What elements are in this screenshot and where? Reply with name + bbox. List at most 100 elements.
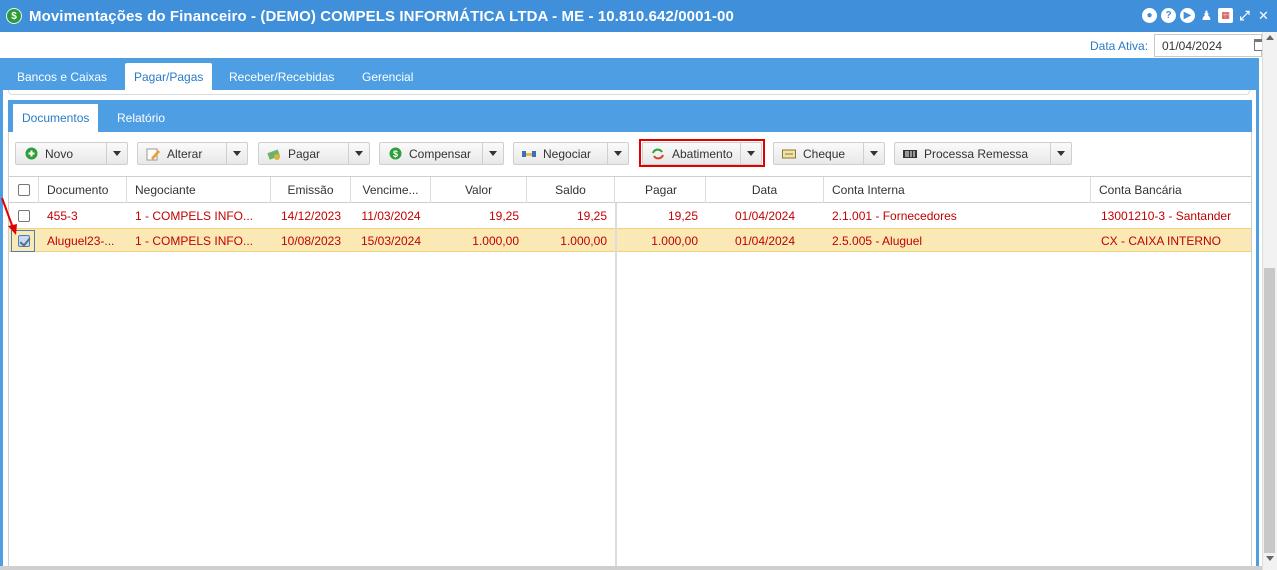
help-icon[interactable]: ? xyxy=(1161,8,1176,23)
tab-pagar-pagas[interactable]: Pagar/Pagas xyxy=(125,63,213,90)
column-data[interactable]: Data xyxy=(706,177,824,203)
tab-bancos-e-caixas[interactable]: Bancos e Caixas xyxy=(8,63,116,90)
cell-pagar: 19,25 xyxy=(667,209,698,223)
documents-panel: Novo Alterar Pagar $ Compensar Negociar … xyxy=(8,132,1252,570)
chevron-down-icon xyxy=(233,151,241,156)
negociar-label: Negociar xyxy=(543,146,592,161)
grid-split-divider[interactable] xyxy=(615,203,617,570)
edit-icon xyxy=(146,147,160,161)
tab-relatorio[interactable]: Relatório xyxy=(108,104,174,132)
chevron-down-icon xyxy=(355,151,363,156)
column-emissao[interactable]: Emissão xyxy=(271,177,351,203)
novo-button[interactable]: Novo xyxy=(15,142,128,165)
tab-documentos[interactable]: Documentos xyxy=(13,104,99,132)
abatimento-highlight-box xyxy=(639,139,765,167)
barcode-icon xyxy=(903,147,917,161)
active-date-input[interactable] xyxy=(1154,34,1262,57)
cell-vencimento: 15/03/2024 xyxy=(360,234,422,248)
cell-emissao: 10/08/2023 xyxy=(280,234,342,248)
cheque-label: Cheque xyxy=(803,146,846,161)
toolbar: Novo Alterar Pagar $ Compensar Negociar … xyxy=(9,132,1251,176)
cell-saldo: 19,25 xyxy=(576,209,607,223)
chevron-down-icon xyxy=(1057,151,1065,156)
play-icon[interactable]: ▶ xyxy=(1180,8,1195,23)
annotation-arrow-icon xyxy=(1,197,17,235)
money-icon xyxy=(267,147,281,161)
cell-pagar: 1.000,00 xyxy=(651,234,698,248)
cell-negociante: 1 - COMPELS INFO... xyxy=(135,234,254,248)
cell-conta-interna: 2.1.001 - Fornecedores xyxy=(832,209,957,223)
cell-documento: Aluguel23-... xyxy=(47,234,115,248)
main-tab-bar: Bancos e Caixas Pagar/Pagas Receber/Rece… xyxy=(0,58,1259,90)
processa-remessa-label: Processa Remessa xyxy=(924,146,1029,161)
alterar-dropdown[interactable] xyxy=(226,143,247,164)
svg-text:$: $ xyxy=(392,149,397,159)
cell-conta-bancaria: CX - CAIXA INTERNO xyxy=(1101,234,1222,248)
calendar-icon[interactable]: ▦ xyxy=(1218,8,1233,23)
panel-header-strip xyxy=(8,90,1250,95)
cheque-button[interactable]: Cheque xyxy=(773,142,885,165)
novo-label: Novo xyxy=(45,146,74,161)
chevron-down-icon xyxy=(614,151,622,156)
processa-remessa-button[interactable]: Processa Remessa xyxy=(894,142,1072,165)
negociar-dropdown[interactable] xyxy=(607,143,628,164)
column-saldo[interactable]: Saldo xyxy=(527,177,615,203)
cell-data: 01/04/2024 xyxy=(734,234,796,248)
cell-conta-bancaria: 13001210-3 - Santander xyxy=(1101,209,1232,223)
active-date-label: Data Ativa: xyxy=(1090,39,1149,53)
handshake-icon xyxy=(522,147,536,161)
compensar-dropdown[interactable] xyxy=(482,143,503,164)
table-row[interactable]: 455-3 1 - COMPELS INFO... 14/12/2023 11/… xyxy=(9,204,1251,228)
chevron-down-icon xyxy=(113,151,121,156)
scrollbar-thumb[interactable] xyxy=(1264,268,1275,553)
cell-saldo: 1.000,00 xyxy=(560,234,607,248)
cheque-dropdown[interactable] xyxy=(863,143,884,164)
compensar-button[interactable]: $ Compensar xyxy=(379,142,504,165)
add-icon xyxy=(24,147,38,161)
cell-data: 01/04/2024 xyxy=(734,209,796,223)
negociar-button[interactable]: Negociar xyxy=(513,142,629,165)
bell-icon[interactable]: ♟ xyxy=(1199,8,1214,23)
column-documento[interactable]: Documento xyxy=(39,177,127,203)
column-vencimento[interactable]: Vencime... xyxy=(351,177,431,203)
column-valor[interactable]: Valor xyxy=(431,177,527,203)
scroll-down-arrow-icon[interactable] xyxy=(1266,556,1274,561)
table-row-selected[interactable]: Aluguel23-... 1 - COMPELS INFO... 10/08/… xyxy=(9,228,1251,252)
alterar-label: Alterar xyxy=(167,146,203,161)
dollar-icon: $ xyxy=(6,8,22,24)
close-icon[interactable]: ✕ xyxy=(1256,8,1271,23)
chat-icon[interactable]: ● xyxy=(1142,8,1157,23)
cell-conta-interna: 2.5.005 - Aluguel xyxy=(832,234,923,248)
column-pagar[interactable]: Pagar xyxy=(617,177,706,203)
column-negociante[interactable]: Negociante xyxy=(127,177,271,203)
title-bar: $ Movimentações do Financeiro - (DEMO) C… xyxy=(0,0,1277,32)
grid-header: Documento Negociante Emissão Vencime... … xyxy=(9,176,1251,203)
chevron-down-icon xyxy=(489,151,497,156)
select-all-checkbox[interactable] xyxy=(17,184,30,196)
tab-receber-recebidas[interactable]: Receber/Recebidas xyxy=(220,63,343,90)
cell-negociante: 1 - COMPELS INFO... xyxy=(135,209,254,223)
pagar-dropdown[interactable] xyxy=(348,143,369,164)
alterar-button[interactable]: Alterar xyxy=(137,142,248,165)
maximize-icon[interactable]: ⤢ xyxy=(1237,8,1252,23)
window-title: Movimentações do Financeiro - (DEMO) COM… xyxy=(29,7,734,25)
compensar-label: Compensar xyxy=(409,146,472,161)
window-controls: ● ? ▶ ♟ ▦ ⤢ ✕ xyxy=(1142,8,1271,23)
pagar-button[interactable]: Pagar xyxy=(258,142,370,165)
novo-dropdown[interactable] xyxy=(106,143,127,164)
bottom-border xyxy=(0,566,1262,570)
cell-emissao: 14/12/2023 xyxy=(280,209,342,223)
cell-vencimento: 11/03/2024 xyxy=(361,209,421,223)
dollar-coin-icon: $ xyxy=(388,147,402,161)
processa-remessa-dropdown[interactable] xyxy=(1050,143,1071,164)
cell-documento: 455-3 xyxy=(47,209,78,223)
active-date-bar: Data Ativa: xyxy=(0,32,1277,58)
row-checkbox-checked[interactable] xyxy=(18,235,30,247)
scroll-up-arrow-icon[interactable] xyxy=(1266,35,1274,40)
column-conta-interna[interactable]: Conta Interna xyxy=(824,177,1091,203)
cell-valor: 1.000,00 xyxy=(472,234,519,248)
tab-gerencial[interactable]: Gerencial xyxy=(353,63,422,90)
pagar-label: Pagar xyxy=(288,146,321,161)
column-conta-bancaria[interactable]: Conta Bancária xyxy=(1091,177,1251,203)
cheque-icon xyxy=(782,147,796,161)
